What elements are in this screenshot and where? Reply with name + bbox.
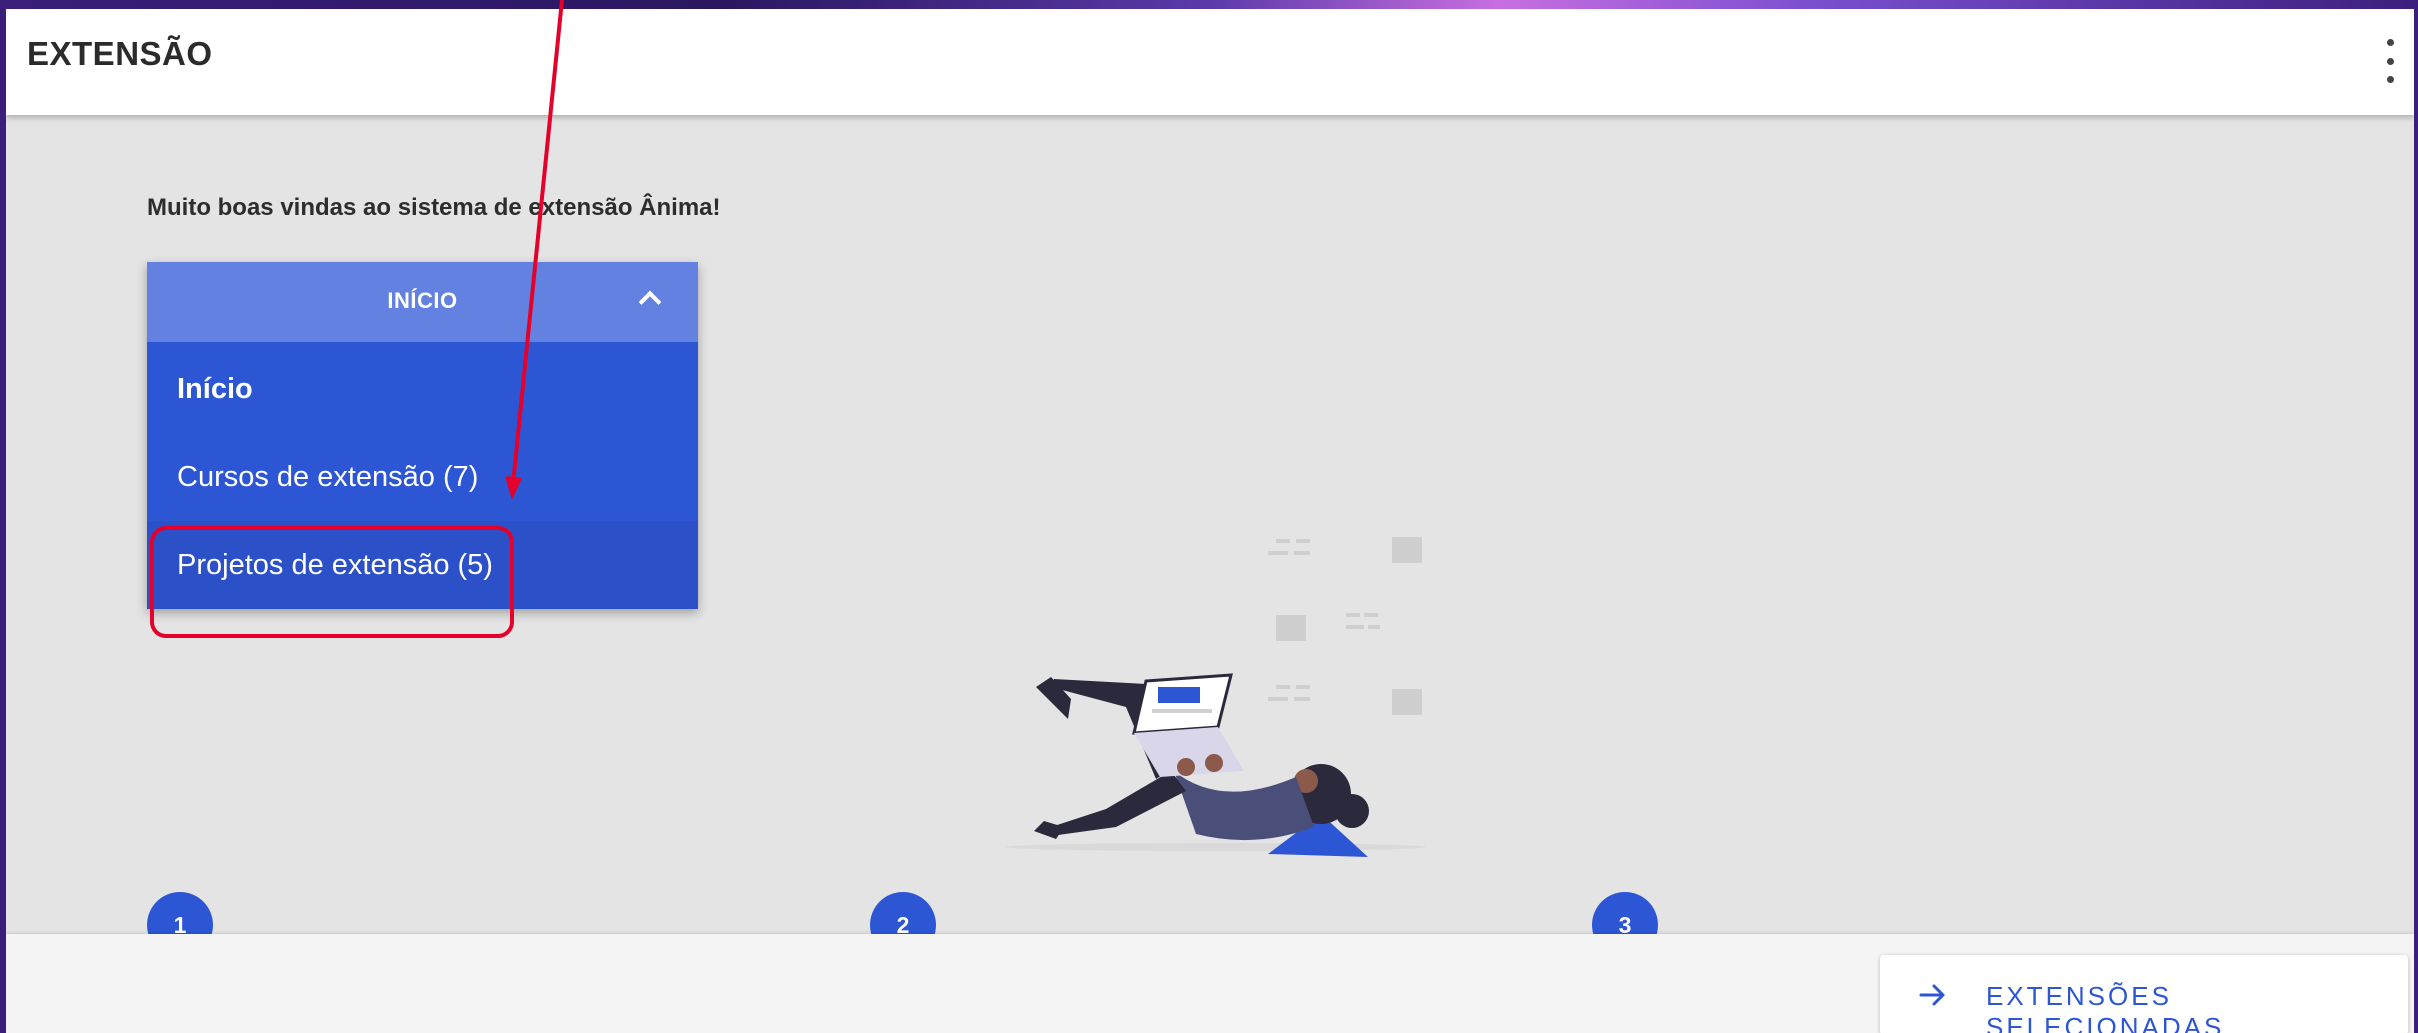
annotation-arrow-icon bbox=[505, 0, 564, 500]
